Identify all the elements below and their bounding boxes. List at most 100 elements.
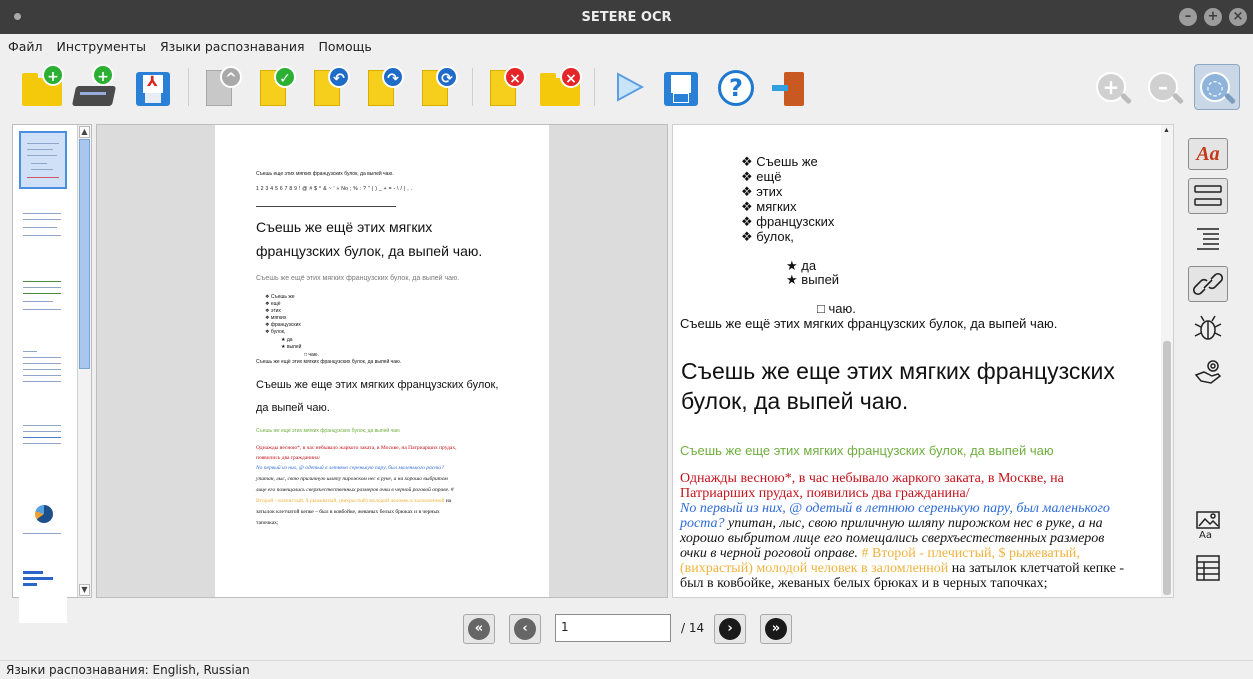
thumbnail-panel: ▲ ▼: [12, 124, 92, 623]
text-line: был в ковбойке, жеваных белых брюках и в…: [680, 576, 1048, 591]
help-icon[interactable]: ?: [714, 64, 760, 110]
page-bullet: ❖ ещё: [265, 301, 281, 307]
double-chevron-right-icon: »: [765, 618, 787, 640]
next-page-button[interactable]: ›: [714, 614, 746, 644]
page-bullet: ❖ этих: [265, 308, 281, 314]
text-bullet: ❖ Съешь же: [741, 154, 818, 169]
page-line: No первый из них, @ одетый в летнюю сере…: [256, 465, 444, 471]
page-heading: Съешь же еще этих мягких французских бул…: [256, 379, 499, 391]
window-controls: – + ×: [1179, 8, 1247, 26]
hand-settings-icon[interactable]: [1188, 356, 1228, 388]
page-line: Съешь же ещё этих мягких французских бул…: [256, 359, 402, 365]
menu-languages[interactable]: Языки распознавания: [160, 39, 304, 54]
menu-file[interactable]: Файл: [8, 39, 43, 54]
text-heading: булок, да выпей чаю.: [681, 388, 909, 414]
page-heading: да выпей чаю.: [256, 402, 330, 414]
page-image-view[interactable]: Съешь еще этих мягких французских булок,…: [96, 124, 668, 598]
page-heading: французских булок, да выпей чаю.: [256, 243, 483, 259]
text-line: No первый из них, @ одетый в летнюю сере…: [680, 501, 1110, 516]
link-icon[interactable]: [1188, 266, 1228, 302]
folder-delete-icon[interactable]: ×: [538, 64, 584, 110]
exit-icon[interactable]: [768, 64, 814, 110]
text-scrollbar[interactable]: ▲: [1161, 125, 1173, 597]
double-chevron-left-icon: «: [468, 618, 490, 640]
thumbnail-page-5[interactable]: [19, 419, 67, 477]
scroll-down-arrow-icon[interactable]: ▼: [79, 584, 90, 596]
zoom-out-icon[interactable]: –: [1142, 64, 1188, 110]
page-rotate-right-icon[interactable]: ↷: [362, 64, 408, 110]
page-total: / 14: [681, 621, 705, 635]
font-format-icon[interactable]: Aa: [1188, 138, 1228, 170]
page-number-input[interactable]: 1: [555, 614, 671, 642]
page-line: Съешь же ещё этих мягких французских бул…: [256, 275, 460, 282]
page-rotate-left-icon[interactable]: ↶: [308, 64, 354, 110]
toolbar-separator: [472, 68, 473, 106]
page-line: тапочках;: [256, 520, 279, 526]
open-folder-add-icon[interactable]: +: [20, 64, 66, 110]
page-line: Второй - плечистый, $ рыжеватый, (вихрас…: [256, 498, 452, 504]
page-line: упитан, лыс, свою приличную шляпу пирожк…: [256, 476, 448, 482]
table-icon[interactable]: [1188, 552, 1228, 584]
save-icon[interactable]: [658, 64, 704, 110]
window-title: SETERE OCR: [581, 9, 672, 25]
maximize-button[interactable]: +: [1204, 8, 1222, 26]
page-heading: Съешь же ещё этих мягких: [256, 219, 433, 235]
scroll-up-arrow-icon[interactable]: ▲: [79, 126, 90, 138]
menu-tools[interactable]: Инструменты: [57, 39, 146, 54]
thumbnail-page-2[interactable]: [19, 205, 67, 263]
text-line: хорошо выбритом лице его помещались свер…: [680, 531, 1105, 546]
first-page-button[interactable]: «: [463, 614, 495, 644]
page-check-icon[interactable]: ✓: [254, 64, 300, 110]
page-bullet: ❖ булок,: [265, 329, 286, 335]
page-image: Съешь еще этих мягких французских булок,…: [215, 125, 549, 597]
run-icon[interactable]: [606, 64, 652, 110]
thumbnail-page-4[interactable]: [19, 347, 67, 405]
status-bar: Языки распознавания: English, Russian: [0, 660, 1253, 678]
recognized-text-view[interactable]: ❖ Съешь же ❖ ещё ❖ этих ❖ мягких ❖ франц…: [672, 124, 1174, 598]
menu-help[interactable]: Помощь: [318, 39, 371, 54]
toolbar-separator: [594, 68, 595, 106]
text-bullet: ❖ этих: [741, 184, 783, 199]
indent-icon[interactable]: [1188, 222, 1228, 254]
page-line: лице его помещались сверхъестественных р…: [256, 487, 454, 493]
thumbnail-page-7[interactable]: [19, 565, 67, 623]
text-block-icon[interactable]: [1188, 178, 1228, 214]
page-up-icon[interactable]: ^: [200, 64, 246, 110]
text-square-item: □ чаю.: [817, 301, 856, 316]
page-line: появились два гражданина/: [256, 455, 321, 461]
text-line: очки в черной роговой оправе. # Второй -…: [680, 546, 1080, 561]
text-bullet: ❖ ещё: [741, 169, 782, 184]
text-line: (вихрастый) молодой человек в заломленно…: [680, 561, 1125, 576]
zoom-fit-icon[interactable]: ◌: [1194, 64, 1240, 110]
save-pdf-icon[interactable]: ⅄: [130, 64, 176, 110]
chevron-left-icon: ‹: [514, 618, 536, 640]
page-bullet: ❖ мягких: [265, 315, 287, 321]
close-button[interactable]: ×: [1229, 8, 1247, 26]
thumbnail-scrollbar[interactable]: ▲ ▼: [77, 125, 91, 597]
text-bullet: ❖ булок,: [741, 229, 794, 244]
minimize-button[interactable]: –: [1179, 8, 1197, 26]
scrollbar-handle[interactable]: [79, 139, 90, 369]
prev-page-button[interactable]: ‹: [509, 614, 541, 644]
page-line: Съешь еще этих мягких французских булок,…: [256, 171, 394, 177]
thumbnail-page-3[interactable]: [19, 275, 67, 333]
page-line: Съешь же еще этих мягких французских бул…: [256, 428, 400, 434]
zoom-in-icon[interactable]: +: [1090, 64, 1136, 110]
page-refresh-icon[interactable]: ⟳: [416, 64, 462, 110]
last-page-button[interactable]: »: [760, 614, 792, 644]
text-line: Съешь же еще этих мягких французских бул…: [680, 443, 1054, 458]
scrollbar-handle[interactable]: [1163, 341, 1171, 595]
scanner-add-icon[interactable]: +: [71, 64, 118, 110]
text-bullet: ❖ мягких: [741, 199, 797, 214]
thumbnail-page-6[interactable]: [19, 497, 67, 555]
scroll-up-arrow-icon[interactable]: ▲: [1163, 127, 1170, 134]
text-line: роста? упитан, лыс, свою приличную шляпу…: [680, 516, 1103, 531]
menu-bar: Файл Инструменты Языки распознавания Пом…: [0, 34, 1253, 58]
bug-icon[interactable]: [1188, 312, 1228, 344]
app-menu-icon[interactable]: [14, 13, 21, 20]
chevron-right-icon: ›: [719, 618, 741, 640]
image-text-icon[interactable]: Aa: [1188, 508, 1228, 540]
thumbnail-page-1[interactable]: [19, 131, 67, 189]
page-delete-icon[interactable]: ×: [484, 64, 530, 110]
page-bullet: ❖ французских: [265, 322, 301, 328]
